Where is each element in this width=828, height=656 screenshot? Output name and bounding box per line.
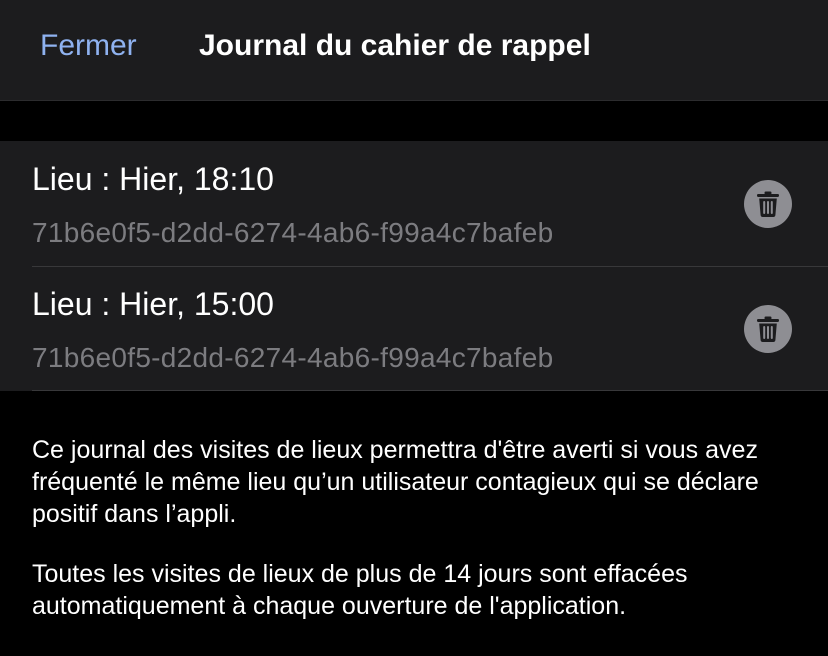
list-item: Lieu : Hier, 18:10 71b6e0f5-d2dd-6274-4a… [0,141,828,266]
trash-icon [757,191,779,217]
info-paragraph: Toutes les visites de lieux de plus de 1… [32,560,688,620]
visit-log-list: Lieu : Hier, 18:10 71b6e0f5-d2dd-6274-4a… [0,141,828,391]
divider [32,390,828,391]
delete-button[interactable] [744,305,792,353]
delete-button[interactable] [744,180,792,228]
page-title: Journal du cahier de rappel [199,29,591,62]
visit-title: Lieu : Hier, 15:00 [32,286,274,322]
trash-icon [757,316,779,342]
visit-id: 71b6e0f5-d2dd-6274-4ab6-f99a4c7bafeb [32,342,554,373]
close-button[interactable]: Fermer [40,26,137,66]
info-paragraph: Ce journal des visites de lieux permettr… [32,436,759,528]
visit-id: 71b6e0f5-d2dd-6274-4ab6-f99a4c7bafeb [32,217,554,248]
navigation-bar: Fermer Journal du cahier de rappel [0,0,828,101]
visit-title: Lieu : Hier, 18:10 [32,161,274,197]
info-text: Ce journal des visites de lieux permettr… [32,434,802,650]
list-item: Lieu : Hier, 15:00 71b6e0f5-d2dd-6274-4a… [0,266,828,391]
